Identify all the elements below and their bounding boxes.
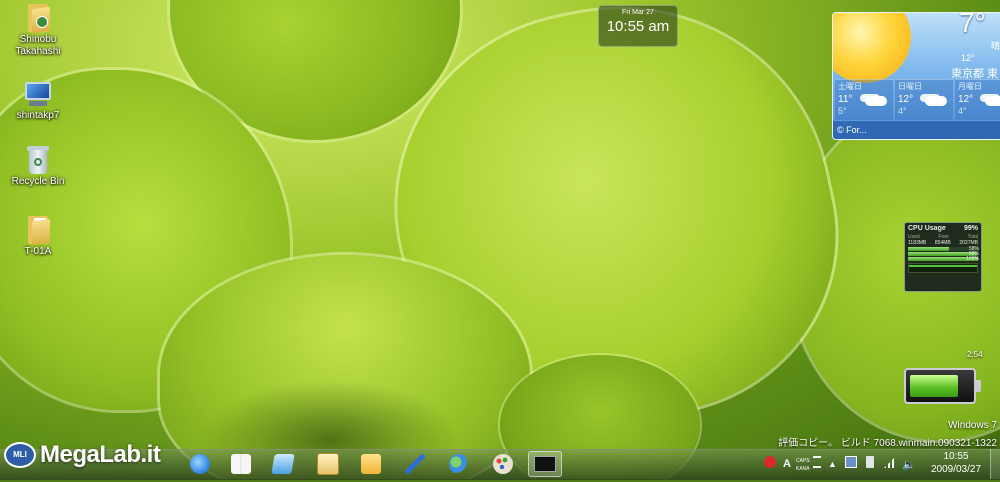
user-folder-icon: [26, 4, 50, 34]
weather-current-temp: 7°: [959, 12, 986, 38]
megalab-logo: MLI MegaLab.it: [4, 438, 161, 472]
desktop-icon-recycle-bin[interactable]: Recycle Bin: [3, 146, 73, 188]
network-alert-icon[interactable]: [764, 456, 776, 468]
cloud-icon: [865, 96, 887, 106]
folder-icon: [361, 454, 381, 474]
os-watermark: Windows 7: [948, 420, 997, 431]
cpu-usage-gadget[interactable]: CPU Usage 99% Used Free Total 1183MB 854…: [904, 222, 982, 292]
cloud-icon: [925, 96, 947, 106]
show-desktop-button[interactable]: [990, 449, 1000, 479]
taskbar-paint-button[interactable]: [398, 451, 432, 477]
computer-icon: [23, 82, 53, 108]
weather-low-temp: 12°: [961, 53, 975, 63]
battery-tray-icon[interactable]: [866, 456, 874, 468]
cpu-meter: 100%: [908, 256, 979, 262]
desktop-icon-label: T-01A: [24, 246, 52, 257]
action-center-icon[interactable]: [845, 456, 857, 468]
taskbar-ie-button[interactable]: [183, 451, 217, 477]
battery-time-remaining: 2:54: [967, 350, 983, 359]
taskbar-mail-button[interactable]: [311, 451, 345, 477]
forecast-day-label: 月曜日: [958, 82, 982, 91]
taskbar-app-button[interactable]: [266, 451, 300, 477]
weather-gadget[interactable]: 7° 晴 12° 東京都 東 土曜日 11° 5° 日曜日 12° 4° 月曜日…: [832, 12, 1000, 140]
taskbar-messenger-button[interactable]: [442, 451, 476, 477]
battery-gadget[interactable]: [904, 368, 981, 404]
messenger-icon: [449, 454, 469, 474]
taskbar-time: 10:55: [943, 451, 969, 462]
command-prompt-icon: [534, 456, 556, 472]
volume-icon[interactable]: 🔈: [902, 451, 916, 477]
mail-icon: [317, 453, 339, 475]
battery-tip: [976, 380, 981, 392]
cloud-icon: [985, 96, 1000, 106]
weather-forecast-day: 日曜日 12° 4°: [895, 79, 953, 120]
clock-gadget[interactable]: Fri Mar 27 10:55 am: [598, 5, 678, 47]
weather-forecast-day: 土曜日 11° 5°: [835, 79, 893, 120]
paint-brush-icon: [405, 454, 425, 474]
forecast-low: 4°: [958, 106, 967, 116]
cpu-history-graph: [908, 263, 978, 273]
ime-kana: KANA: [796, 466, 810, 472]
app-window-icon: [271, 454, 295, 474]
weather-forecast-day: 月曜日 12° 4°: [955, 79, 1000, 120]
book-icon: [231, 454, 251, 474]
show-hidden-icons-chevron-icon[interactable]: ▲: [828, 451, 837, 477]
recycle-bin-icon: [27, 146, 49, 174]
ime-menu-icon[interactable]: [813, 456, 821, 468]
battery-level-fill: [910, 375, 958, 397]
forecast-low: 5°: [838, 106, 847, 116]
taskbar-date: 2009/03/27: [930, 464, 982, 475]
desktop-icon-folder[interactable]: T-01A: [3, 216, 73, 258]
clock-time: 10:55 am: [606, 18, 670, 35]
desktop-icon-label: Shinobu Takahashi: [15, 34, 61, 57]
forecast-day-label: 土曜日: [838, 82, 862, 91]
desktop-icon-label: shintakp7: [16, 110, 60, 121]
cpu-col-value: 854MB: [934, 240, 951, 246]
forecast-day-label: 日曜日: [898, 82, 922, 91]
megalab-badge: MLI: [4, 442, 36, 468]
taskbar-folder-button[interactable]: [354, 451, 388, 477]
cpu-title: CPU Usage: [908, 225, 946, 232]
cpu-meter-value: 100%: [966, 256, 979, 262]
internet-explorer-icon: [190, 454, 210, 474]
cpu-col-value: 1183MB: [908, 240, 927, 246]
clock-date: Fri Mar 27: [622, 9, 654, 16]
megalab-logo-text: MegaLab.it: [40, 441, 161, 468]
cpu-percent: 99%: [963, 225, 978, 232]
folder-icon: [26, 216, 50, 246]
taskbar-cmd-button[interactable]: [528, 451, 562, 477]
ime-mode[interactable]: A: [783, 451, 791, 477]
desktop-icon-label: Recycle Bin: [11, 176, 65, 187]
cpu-meter: 58%: [908, 246, 979, 252]
sun-icon: [833, 13, 911, 83]
taskbar-palette-button[interactable]: [486, 451, 520, 477]
build-watermark: 評価コピー。 ビルド 7068.winmain.090321-1322: [778, 438, 997, 449]
desktop-icon-computer[interactable]: shintakp7: [3, 82, 73, 122]
taskbar-book-button[interactable]: [224, 451, 258, 477]
desktop-icon-user-folder[interactable]: Shinobu Takahashi: [3, 4, 73, 58]
taskbar-clock[interactable]: 10:55 2009/03/27: [924, 450, 988, 478]
palette-icon: [493, 454, 513, 474]
weather-footer-link[interactable]: © For...: [833, 121, 1000, 139]
weather-condition: 晴: [991, 41, 1000, 51]
forecast-low: 4°: [898, 106, 907, 116]
